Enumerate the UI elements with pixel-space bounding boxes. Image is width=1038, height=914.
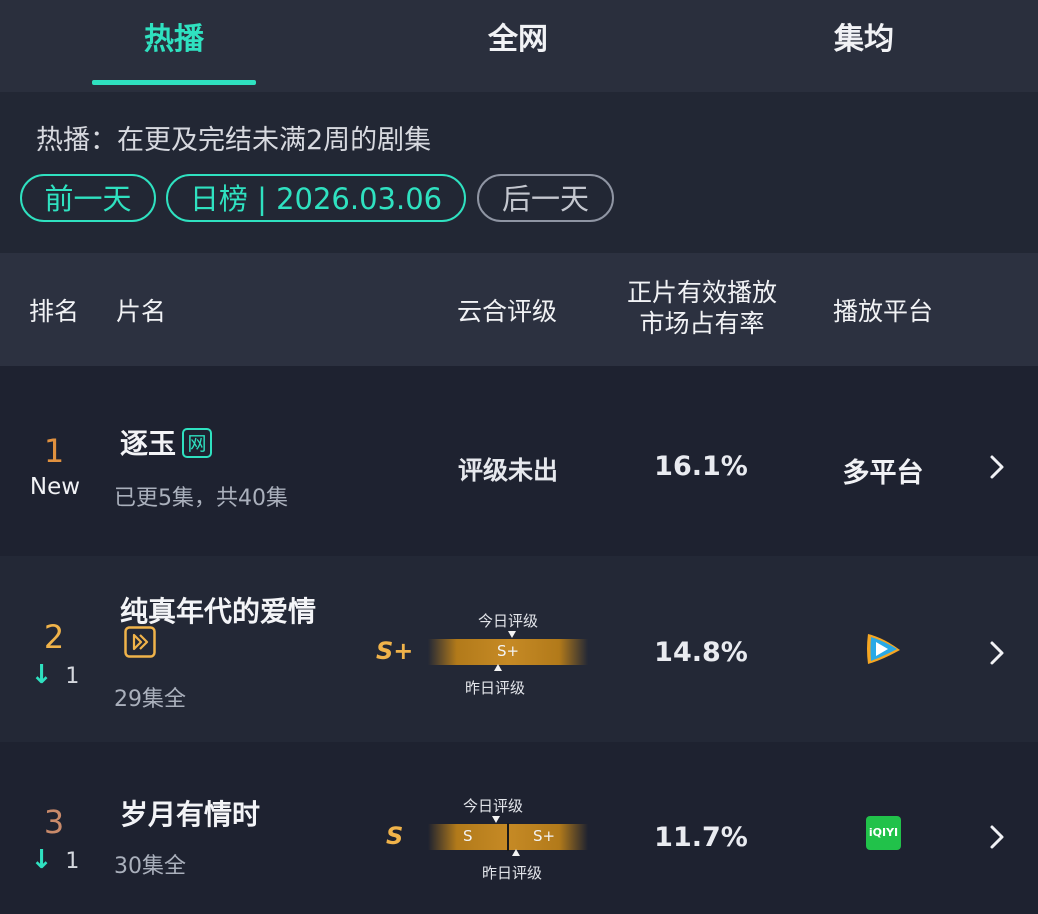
down-arrow-icon: ↓ <box>30 660 53 690</box>
grade-pending: 评级未出 <box>457 456 558 485</box>
down-arrow-icon: ↓ <box>30 845 53 875</box>
today-marker <box>508 631 516 638</box>
drama-title[interactable]: 纯真年代的爱情 <box>120 590 316 630</box>
episode-info: 29集全 <box>114 687 186 712</box>
rank-change: ↓ 1 <box>26 845 84 875</box>
grade-letter: S+ <box>376 637 414 665</box>
chevron-right-icon[interactable] <box>984 822 1010 852</box>
drama-title[interactable]: 逐玉网 <box>120 422 213 462</box>
list-description: 热播：在更及完结未满2周的剧集 <box>36 125 432 156</box>
grade-divider <box>507 823 509 851</box>
chevron-right-icon[interactable] <box>984 638 1010 668</box>
drama-title-text: 逐玉 <box>120 427 177 460</box>
rank-change: ↓ 1 <box>26 660 84 690</box>
rank-number: 2 <box>43 618 65 656</box>
market-share-value: 11.7% <box>654 822 748 853</box>
header-rank: 排名 <box>28 297 79 326</box>
top-tab-bar: 热播 全网 集均 <box>0 0 1038 92</box>
episode-info: 已更5集，共40集 <box>114 486 288 511</box>
rank-change-value: 1 <box>65 849 80 874</box>
rank-change-new: New <box>29 474 81 500</box>
date-selector[interactable]: 日榜 | 2026.03.06 <box>166 174 466 222</box>
today-grade-label: 今日评级 <box>463 797 524 815</box>
play-tag-icon <box>124 626 156 658</box>
rank-number: 1 <box>43 432 65 470</box>
yesterday-grade-label: 昨日评级 <box>465 679 526 697</box>
episode-info: 30集全 <box>114 854 186 879</box>
grade-bar-label-yesterday: S+ <box>533 827 556 845</box>
rank-number: 3 <box>43 803 65 841</box>
header-grade: 云合评级 <box>456 297 557 326</box>
yesterday-grade-label: 昨日评级 <box>482 864 543 882</box>
rank-change-value: 1 <box>65 664 80 689</box>
web-drama-tag: 网 <box>182 428 213 458</box>
market-share-value: 16.1% <box>654 451 748 482</box>
header-platform: 播放平台 <box>832 297 933 326</box>
tab-per-episode[interactable]: 集均 <box>744 18 984 62</box>
market-share-value: 14.8% <box>654 637 748 668</box>
today-marker <box>492 816 500 823</box>
grade-bar-label: S+ <box>497 642 520 660</box>
grade-letter: S <box>386 822 404 850</box>
platform-multi-text: 多平台 <box>842 458 924 489</box>
yesterday-marker <box>512 849 520 856</box>
today-grade-label: 今日评级 <box>478 612 539 630</box>
grade-bar-label-today: S <box>463 827 473 845</box>
tab-all-network[interactable]: 全网 <box>398 18 638 62</box>
tencent-video-icon <box>867 634 900 664</box>
drama-title[interactable]: 岁月有情时 <box>120 793 260 833</box>
header-market-share-line1: 正片有效播放 <box>626 278 777 307</box>
header-market-share: 正片有效播放 市场占有率 <box>612 277 792 339</box>
next-day-button[interactable]: 后一天 <box>477 174 614 222</box>
header-title: 片名 <box>115 297 166 326</box>
active-tab-indicator <box>92 80 256 85</box>
tab-hot[interactable]: 热播 <box>54 18 294 62</box>
info-panel <box>0 92 1038 253</box>
yesterday-marker <box>494 664 502 671</box>
chevron-right-icon[interactable] <box>984 452 1010 482</box>
header-market-share-line2: 市场占有率 <box>639 309 765 338</box>
iqiyi-icon: iQIYI <box>866 816 901 850</box>
prev-day-button[interactable]: 前一天 <box>20 174 156 222</box>
